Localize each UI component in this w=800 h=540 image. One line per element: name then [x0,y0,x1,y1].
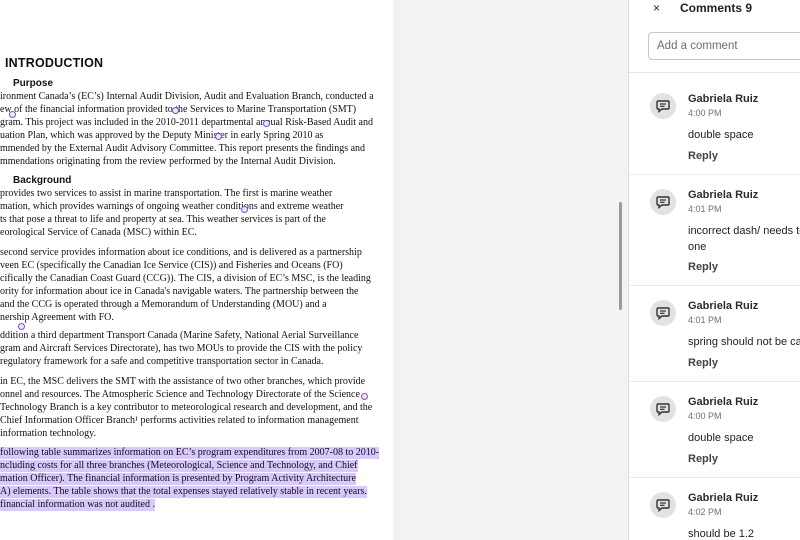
comment-time: 4:01 PM [688,315,722,325]
document-line: gram and Aircraft Services Directorate),… [0,343,363,354]
document-line: provides two services to assist in marin… [0,188,333,199]
document-line: mmended by the External Audit Advisory C… [0,143,366,154]
comment-separator [629,285,800,286]
reply-button[interactable]: Reply [688,453,718,465]
comment-avatar-icon [650,396,676,422]
comment-marker-icon[interactable] [9,111,16,118]
document-line: gram. This project was included in the 2… [0,117,373,128]
document-line: eorological Service of Canada (MSC) with… [0,227,197,238]
comments-panel: × Comments 9 Gabriela Ruiz 4:00 PM doubl… [629,0,800,540]
reply-button[interactable]: Reply [688,357,718,369]
highlighted-line[interactable]: ncluding costs for all three branches (M… [0,460,358,472]
comment-time: 4:00 PM [688,108,722,118]
document-scrollbar[interactable] [619,202,622,310]
highlighted-line[interactable]: following table summarizes information o… [0,447,380,459]
comment-time: 4:01 PM [688,204,722,214]
comment-author: Gabriela Ruiz [688,300,759,312]
document-line: veen EC (specifically the Canadian Ice S… [0,260,343,271]
header-divider [629,72,800,73]
comment-separator [629,381,800,382]
highlighted-line[interactable]: financial information was not audited . [0,499,155,511]
comment-text: double space [688,432,754,444]
comment-avatar-icon [650,189,676,215]
document-line: regulatory framework for a safe and comp… [0,356,324,367]
document-line: Technology Branch is a key contributor t… [0,402,373,413]
comment-marker-icon[interactable] [361,393,368,400]
document-line: ts that pose a threat to life and proper… [0,214,326,225]
comment-author: Gabriela Ruiz [688,189,759,201]
comment-separator [629,477,800,478]
section-title-background: Background [13,175,72,186]
close-icon[interactable]: × [653,1,660,15]
add-comment-input[interactable] [648,32,800,60]
document-gutter [393,0,628,540]
document-line: in EC, the MSC delivers the SMT with the… [0,376,366,387]
comment-text: incorrect dash/ needs to one [688,225,800,253]
comment-time: 4:02 PM [688,507,722,517]
comment-marker-icon[interactable] [172,107,179,114]
document-line: uation Plan, which was approved by the D… [0,130,324,141]
comment-text: spring should not be ca [688,336,800,348]
document-line: onnel and resources. The Atmospheric Sci… [0,389,360,400]
document-line: mation, which provides warnings of ongoi… [0,201,344,212]
document-line: second service provides information abou… [0,247,362,258]
comment-time: 4:00 PM [688,411,722,421]
comment-author: Gabriela Ruiz [688,492,759,504]
section-title-purpose: Purpose [13,78,54,89]
comment-marker-icon[interactable] [241,206,248,213]
comment-text: double space [688,129,754,141]
document-line: mmendations originating from the review … [0,156,336,167]
comment-avatar-icon [650,93,676,119]
comment-marker-icon[interactable] [18,323,25,330]
highlighted-line[interactable]: A) elements. The table shows that the to… [0,486,367,498]
document-line: nership Agreement with FO. [0,312,114,323]
reply-button[interactable]: Reply [688,261,718,273]
comments-header: × Comments 9 [629,0,800,18]
comments-title: Comments 9 [680,1,753,15]
comment-text: should be 1.2 [688,528,755,540]
comment-avatar-icon [650,300,676,326]
document-page: INTRODUCTION Purpose ironment Canada’s (… [0,0,393,540]
comment-avatar-icon [650,492,676,518]
document-heading: INTRODUCTION [5,56,104,70]
document-line: ority for information about ice in Canad… [0,286,359,297]
document-line: cifically the Canadian Coast Guard (CCG)… [0,273,371,284]
comment-separator [629,174,800,175]
comment-marker-icon[interactable] [263,120,270,127]
document-line: Chief Information Officer Branch¹ perfor… [0,415,359,426]
document-line: ironment Canada’s (EC’s) Internal Audit … [0,91,374,102]
document-line: ddition a third department Transport Can… [0,330,359,341]
comment-marker-icon[interactable] [215,133,222,140]
highlighted-line[interactable]: mation Officer). The financial informati… [0,473,356,485]
comment-author: Gabriela Ruiz [688,93,759,105]
document-line: information technology. [0,428,96,439]
document-line: and the CCG is operated through a Memora… [0,299,327,310]
reply-button[interactable]: Reply [688,150,718,162]
comment-author: Gabriela Ruiz [688,396,759,408]
